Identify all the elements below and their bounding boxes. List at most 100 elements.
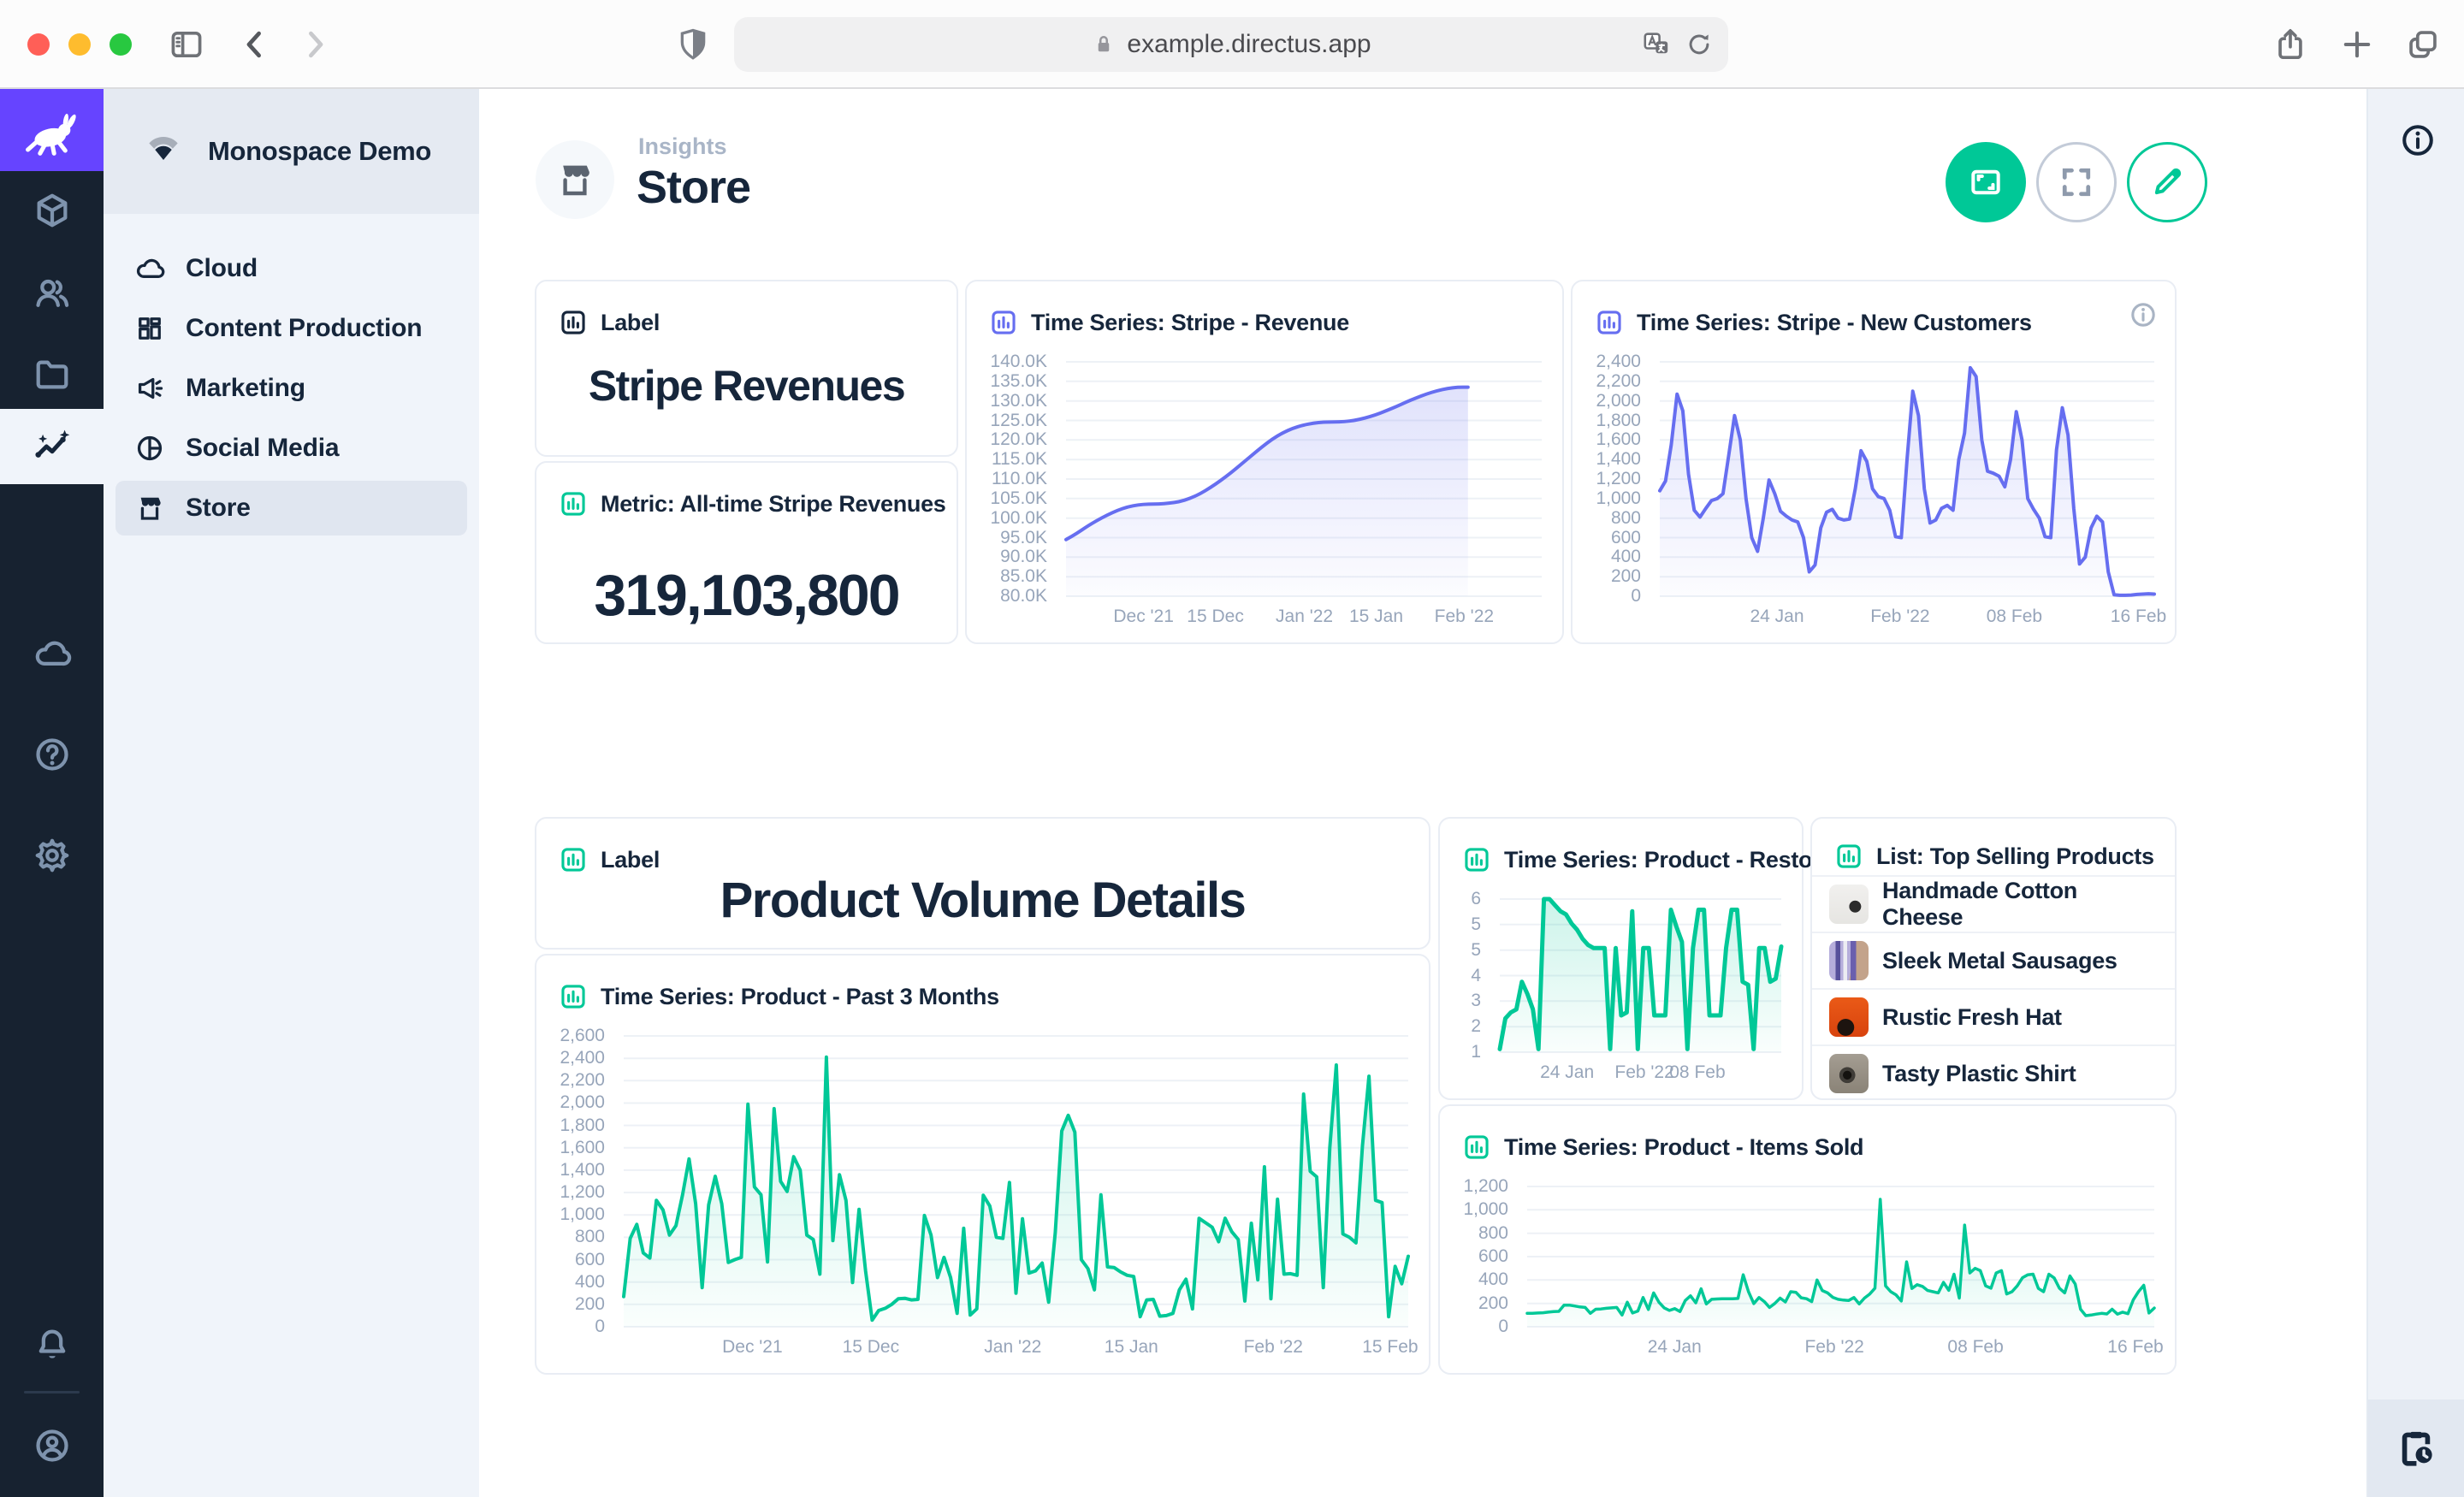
list-item[interactable]: Sleek Metal Sausages (1812, 932, 2175, 988)
sidebar-item-cloud[interactable]: Cloud (116, 241, 467, 296)
panel-icon (1462, 845, 1491, 874)
panel-icon (989, 308, 1018, 337)
storefront-icon (554, 159, 595, 200)
sidebar-item-content-production[interactable]: Content Production (116, 301, 467, 356)
panel-title: Metric: All-time Stripe Revenues (601, 491, 946, 518)
project-logo-icon (141, 129, 186, 174)
users-icon (33, 274, 72, 313)
frame-icon (1967, 163, 2005, 201)
share-icon[interactable] (2272, 26, 2309, 63)
page-title: Store (637, 161, 750, 214)
panel-icon (1834, 842, 1863, 871)
product-thumbnail (1829, 1054, 1869, 1093)
clipboard-clock-icon (2394, 1426, 2438, 1470)
reload-icon[interactable] (1684, 29, 1715, 60)
dashboard-list: Cloud Content Production Marketing Socia… (104, 214, 479, 535)
product-name: Rustic Fresh Hat (1882, 1004, 2062, 1031)
pie-chart-icon (134, 433, 165, 464)
fullscreen-button[interactable] (2036, 142, 2117, 222)
fullscreen-icon (2058, 163, 2095, 201)
module-content[interactable] (0, 173, 104, 248)
panel-title: Time Series: Stripe - New Customers (1637, 310, 2032, 336)
back-icon[interactable] (236, 26, 274, 63)
product-name: Sleek Metal Sausages (1882, 948, 2118, 974)
close-window-button[interactable] (27, 33, 50, 56)
pencil-icon (2148, 163, 2186, 201)
edit-dashboard-button[interactable] (2127, 142, 2207, 222)
list-item[interactable]: Handmade Cotton Cheese (1812, 875, 2175, 932)
panel-title: Label (601, 310, 660, 336)
divider (24, 1391, 80, 1393)
sidebar-item-label: Store (186, 494, 251, 523)
product-name: Handmade Cotton Cheese (1882, 878, 2158, 931)
info-sidebar-button[interactable] (2399, 121, 2437, 159)
product-thumbnail (1829, 997, 1869, 1037)
navigation-sidebar: Monospace Demo Cloud Content Production … (104, 89, 479, 1497)
notifications-button[interactable] (0, 1307, 104, 1382)
module-files[interactable] (0, 337, 104, 412)
panel-chart-new-customers: Time Series: Stripe - New Customers 2,40… (1571, 280, 2177, 644)
project-header[interactable]: Monospace Demo (104, 89, 479, 214)
bell-icon (33, 1325, 72, 1364)
directus-logo[interactable] (0, 89, 104, 171)
module-settings[interactable] (0, 818, 104, 893)
panel-label-product: Label Product Volume Details (535, 817, 1430, 950)
forward-icon[interactable] (296, 26, 334, 63)
label-text: Stripe Revenues (554, 333, 939, 438)
panel-icon (559, 982, 588, 1011)
panel-list-top-products: List: Top Selling Products Handmade Cott… (1810, 817, 2177, 1100)
info-icon (2399, 121, 2437, 159)
url-text: example.directus.app (1127, 30, 1371, 59)
sidebar-item-store[interactable]: Store (116, 481, 467, 535)
panel-metric-stripe: Metric: All-time Stripe Revenues 319,103… (535, 461, 958, 644)
panel-chart-stripe-revenue: Time Series: Stripe - Revenue 140.0K135.… (965, 280, 1564, 644)
megaphone-icon (134, 373, 165, 404)
minimize-window-button[interactable] (68, 33, 91, 56)
insights-sparkle-icon (33, 427, 72, 466)
module-help[interactable] (0, 717, 104, 792)
rabbit-icon (22, 100, 82, 160)
folder-icon (33, 355, 72, 394)
info-icon (2129, 300, 2158, 329)
sidebar-item-label: Social Media (186, 434, 339, 463)
product-thumbnail (1829, 941, 1869, 980)
panel-chart-items-sold: Time Series: Product - Items Sold 1,2001… (1438, 1104, 2177, 1375)
module-bar (0, 89, 104, 1497)
account-button[interactable] (0, 1408, 104, 1483)
address-bar[interactable]: example.directus.app (734, 17, 1728, 72)
sidebar-item-social-media[interactable]: Social Media (116, 421, 467, 476)
page-header: Insights Store (479, 89, 2366, 286)
sidebar-item-label: Marketing (186, 374, 305, 403)
avatar-icon (33, 1426, 72, 1465)
product-name: Tasty Plastic Shirt (1882, 1061, 2076, 1087)
zoom-to-fit-button[interactable] (1946, 142, 2026, 222)
translate-icon[interactable] (1641, 29, 1672, 60)
browser-toolbar: example.directus.app (0, 0, 2464, 89)
list-item[interactable]: Tasty Plastic Shirt (1812, 1044, 2175, 1101)
privacy-shield-icon[interactable] (674, 26, 712, 63)
zoom-window-button[interactable] (110, 33, 132, 56)
panel-icon (1462, 1133, 1491, 1162)
panel-title: Time Series: Product - Past 3 Months (601, 984, 999, 1010)
panel-chart-past-3-months: Time Series: Product - Past 3 Months 2,6… (535, 954, 1430, 1375)
tab-overview-icon[interactable] (2404, 26, 2442, 63)
panel-title: Label (601, 847, 660, 873)
module-insights[interactable] (0, 409, 104, 484)
activity-sidebar-button[interactable] (2368, 1399, 2464, 1497)
breadcrumb[interactable]: Insights (638, 133, 727, 160)
panel-icon (559, 489, 588, 518)
module-cloud[interactable] (0, 616, 104, 691)
dashboard-icon-circle (536, 140, 614, 219)
toggle-sidebar-icon[interactable] (168, 26, 205, 63)
panel-title: List: Top Selling Products (1876, 843, 2154, 870)
panel-icon (1595, 308, 1624, 337)
lock-icon (1091, 32, 1116, 57)
list-item[interactable]: Rustic Fresh Hat (1812, 988, 2175, 1044)
module-users[interactable] (0, 256, 104, 331)
panel-info-button[interactable] (2129, 300, 2158, 329)
sidebar-item-marketing[interactable]: Marketing (116, 361, 467, 416)
project-name: Monospace Demo (208, 136, 431, 167)
new-tab-icon[interactable] (2338, 26, 2376, 63)
metric-value: 319,103,800 (536, 565, 957, 625)
help-icon (33, 735, 72, 774)
